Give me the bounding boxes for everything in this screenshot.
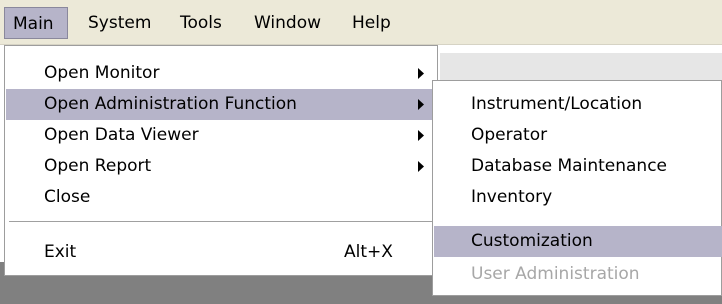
submenu-arrow-icon bbox=[418, 120, 430, 151]
submenu-item-user-administration: User Administration bbox=[434, 259, 722, 290]
submenu-item-inventory-label: Inventory bbox=[471, 187, 553, 207]
menu-item-open-administration-function[interactable]: Open Administration Function bbox=[6, 89, 436, 120]
menu-item-open-monitor-label: Open Monitor bbox=[44, 63, 160, 83]
menu-help-label: Help bbox=[352, 13, 391, 33]
submenu-arrow-icon bbox=[418, 151, 430, 182]
submenu-item-customization[interactable]: Customization bbox=[434, 226, 722, 257]
menu-tools[interactable]: Tools bbox=[172, 7, 244, 39]
menu-system-label: System bbox=[88, 13, 152, 33]
menu-item-close-label: Close bbox=[44, 187, 91, 207]
menu-main-label: Main bbox=[13, 14, 54, 34]
submenu-item-user-administration-label: User Administration bbox=[471, 264, 640, 284]
menu-bar: Main System Tools Window Help bbox=[0, 0, 722, 45]
menu-item-exit-label: Exit bbox=[44, 242, 77, 262]
menu-item-open-report[interactable]: Open Report bbox=[6, 151, 436, 182]
submenu-item-operator[interactable]: Operator bbox=[434, 120, 722, 151]
menu-item-open-administration-function-label: Open Administration Function bbox=[44, 94, 297, 114]
menu-separator bbox=[9, 221, 433, 223]
submenu-arrow-icon bbox=[418, 89, 430, 120]
submenu-item-instrument-location[interactable]: Instrument/Location bbox=[434, 89, 722, 120]
menu-item-open-data-viewer[interactable]: Open Data Viewer bbox=[6, 120, 436, 151]
menu-item-exit-shortcut: Alt+X bbox=[344, 242, 393, 262]
submenu-item-database-maintenance[interactable]: Database Maintenance bbox=[434, 151, 722, 182]
submenu-item-operator-label: Operator bbox=[471, 125, 548, 145]
menu-window[interactable]: Window bbox=[246, 7, 338, 39]
submenu-item-inventory[interactable]: Inventory bbox=[434, 182, 722, 213]
menu-tools-label: Tools bbox=[180, 13, 222, 33]
menu-item-open-data-viewer-label: Open Data Viewer bbox=[44, 125, 199, 145]
main-dropdown-menu: Open Monitor Open Administration Functio… bbox=[4, 45, 438, 276]
submenu-item-instrument-location-label: Instrument/Location bbox=[471, 94, 643, 114]
menu-system[interactable]: System bbox=[80, 7, 168, 39]
menu-help[interactable]: Help bbox=[344, 7, 404, 39]
menu-window-label: Window bbox=[254, 13, 322, 33]
menu-item-open-monitor[interactable]: Open Monitor bbox=[6, 58, 436, 89]
menu-item-exit[interactable]: Exit Alt+X bbox=[6, 237, 436, 268]
menu-item-close[interactable]: Close bbox=[6, 182, 436, 213]
administration-submenu: Instrument/Location Operator Database Ma… bbox=[432, 80, 722, 296]
submenu-arrow-icon bbox=[418, 58, 430, 89]
submenu-item-database-maintenance-label: Database Maintenance bbox=[471, 156, 667, 176]
menu-main[interactable]: Main bbox=[4, 7, 68, 39]
menu-item-open-report-label: Open Report bbox=[44, 156, 152, 176]
submenu-item-customization-label: Customization bbox=[471, 231, 593, 251]
